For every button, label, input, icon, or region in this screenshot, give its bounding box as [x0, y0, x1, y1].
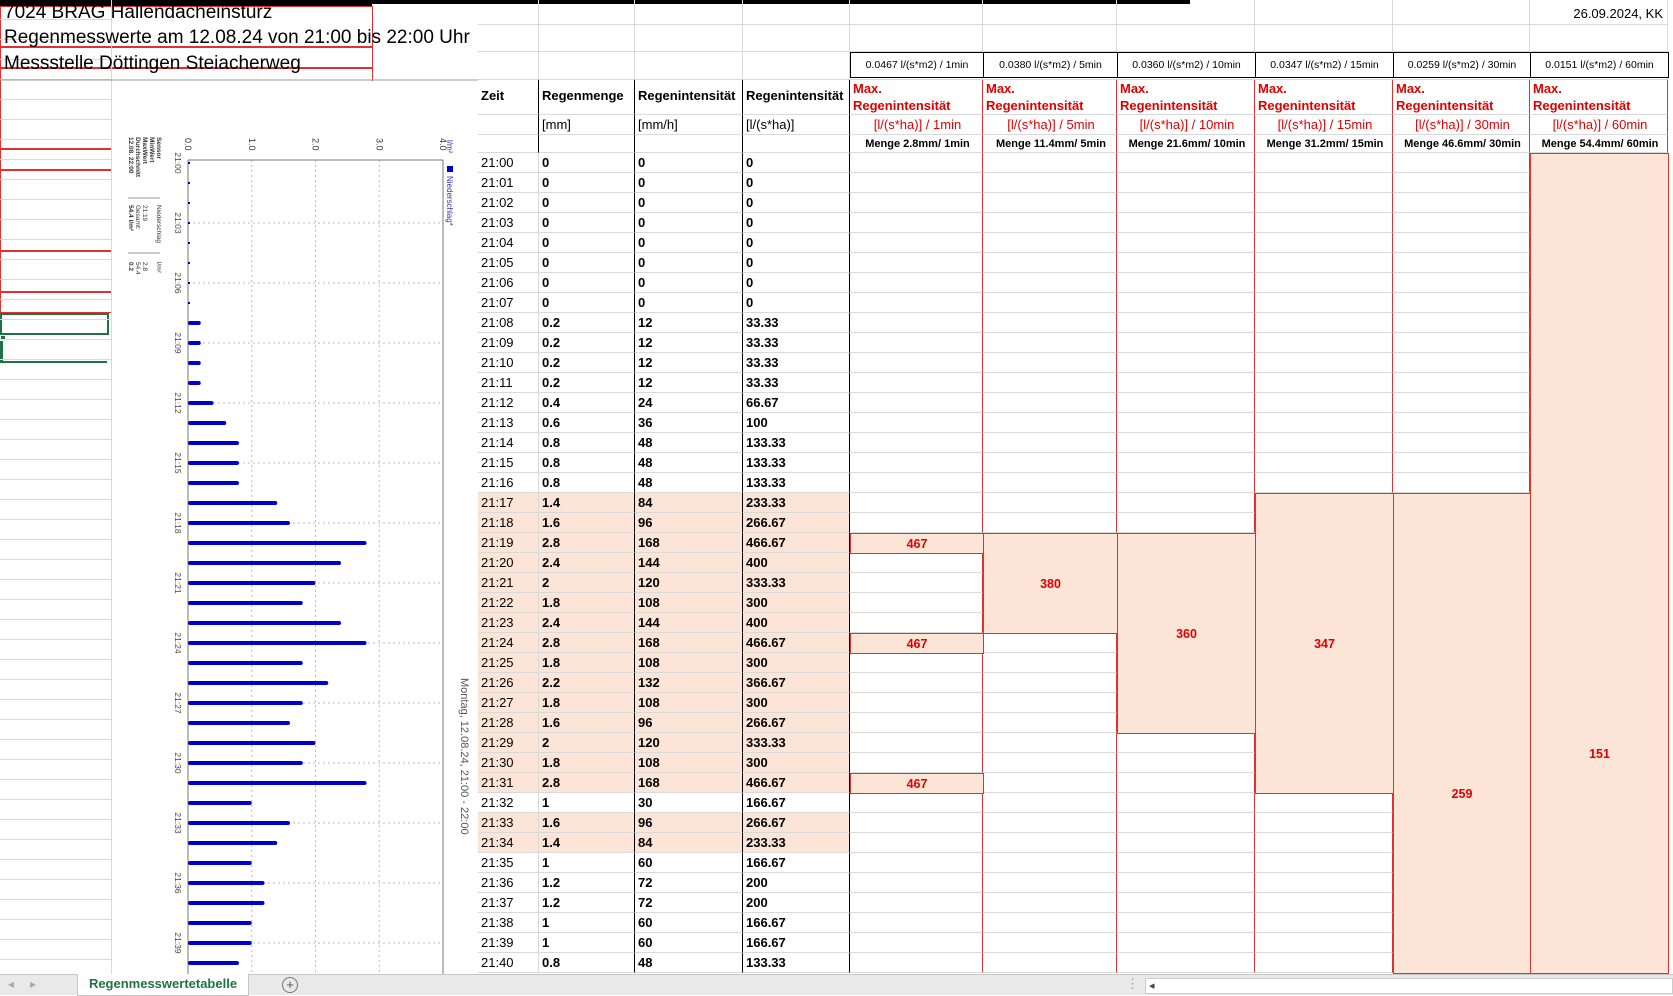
time-tick-label: 21:24 — [173, 632, 183, 654]
time-tick-label: 21:06 — [173, 272, 183, 294]
bar-21:37 — [188, 901, 265, 905]
unit-label: l/m² — [445, 140, 454, 154]
stats-text: 21:19 — [141, 205, 148, 222]
bar-21:18 — [188, 521, 290, 525]
bar-21:14 — [188, 441, 239, 445]
bar-21:35 — [188, 861, 252, 865]
horizontal-scrollbar[interactable]: ◂ — [1145, 978, 1673, 994]
zero-mark — [188, 182, 190, 184]
bar-21:17 — [188, 501, 278, 505]
stats-text: 12.08. 22:00 — [127, 137, 134, 174]
bar-21:23 — [188, 621, 341, 625]
time-tick-label: 21:21 — [173, 572, 183, 594]
tab-next-icon[interactable]: ▸ — [30, 977, 36, 991]
bar-21:15 — [188, 461, 239, 465]
chart-title: Montag, 12.08.24, 21:00 - 22:00 — [458, 678, 470, 835]
time-tick-label: 21:36 — [173, 872, 183, 894]
bar-21:33 — [188, 821, 290, 825]
bar-21:27 — [188, 701, 303, 705]
stats-text: Niederschlag — [155, 205, 162, 243]
zero-mark — [188, 242, 190, 244]
bar-21:40 — [188, 961, 239, 965]
bar-21:25 — [188, 661, 303, 665]
time-tick-label: 21:15 — [173, 452, 183, 474]
bar-21:28 — [188, 721, 290, 725]
bar-21:21 — [188, 581, 316, 585]
stats-text: Gesamt: — [134, 205, 141, 230]
stats-text: 2.8 — [141, 262, 148, 271]
sheet-tab-label: Regenmesswertetabelle — [88, 976, 238, 991]
time-tick-label: 21:12 — [173, 392, 183, 414]
zero-mark — [188, 262, 190, 264]
sheet-location: Messstelle Döttingen Steiacherweg — [4, 53, 301, 74]
stats-text: Durchschnitt — [134, 137, 141, 178]
zero-mark — [188, 162, 190, 164]
stats-text: 54.4 l/m² — [127, 205, 134, 232]
bar-21:22 — [188, 601, 303, 605]
zero-mark — [188, 302, 190, 304]
stats-text: Sensor — [155, 137, 162, 160]
more-options-icon[interactable]: ⋮ — [1126, 976, 1139, 992]
sheet-subtitle: Regenmesswerte am 12.08.24 von 21:00 bis… — [4, 27, 470, 48]
stats-text: 54.4 — [134, 262, 141, 275]
bar-21:38 — [188, 921, 252, 925]
bar-21:24 — [188, 641, 367, 645]
sheet-title: 7024 BRAG Hallendacheinsturz — [4, 2, 273, 23]
bar-21:29 — [188, 741, 316, 745]
time-tick-label: 21:09 — [173, 332, 183, 354]
bar-21:08 — [188, 321, 201, 325]
bar-21:20 — [188, 561, 341, 565]
bar-21:30 — [188, 761, 303, 765]
legend-swatch — [447, 166, 453, 172]
bar-21:11 — [188, 381, 201, 385]
x-tick-label: 3.0 — [374, 138, 384, 151]
bar-21:34 — [188, 841, 278, 845]
sheet-tab-bar: ◂ ▸ Regenmesswertetabelle + ⋮ ◂ — [0, 974, 1673, 996]
legend-label: Niederschlag* — [445, 176, 454, 226]
x-tick-label: 1.0 — [247, 138, 257, 151]
zero-mark — [188, 222, 190, 224]
sheet-tab-regenmesswertetabelle[interactable]: Regenmesswertetabelle — [77, 974, 249, 996]
bar-21:12 — [188, 401, 214, 405]
stats-text: MinWert — [148, 137, 155, 163]
time-tick-label: 21:18 — [173, 512, 183, 534]
time-tick-label: 21:27 — [173, 692, 183, 714]
bar-21:26 — [188, 681, 329, 685]
bar-21:16 — [188, 481, 239, 485]
bar-21:36 — [188, 881, 265, 885]
bar-21:13 — [188, 421, 227, 425]
date-initials: 26.09.2024, KK — [1573, 6, 1663, 21]
time-tick-label: 21:03 — [173, 212, 183, 234]
x-tick-label: 2.0 — [311, 138, 321, 151]
chart-background — [112, 81, 477, 974]
tab-prev-icon[interactable]: ◂ — [8, 977, 14, 991]
stats-text: l/m² — [155, 262, 162, 274]
add-sheet-icon[interactable]: + — [282, 977, 298, 993]
zero-mark — [188, 282, 190, 284]
bar-21:09 — [188, 341, 201, 345]
bar-21:19 — [188, 541, 367, 545]
stats-text: 0.2 — [127, 262, 134, 271]
time-tick-label: 21:30 — [173, 752, 183, 774]
bar-21:10 — [188, 361, 201, 365]
bar-21:39 — [188, 941, 252, 945]
time-tick-label: 21:33 — [173, 812, 183, 834]
zero-mark — [188, 202, 190, 204]
x-tick-label: 0.0 — [183, 138, 193, 151]
time-tick-label: 21:00 — [173, 152, 183, 174]
stats-text: MaxWert — [141, 137, 148, 165]
scroll-left-icon[interactable]: ◂ — [1149, 979, 1155, 992]
bar-21:32 — [188, 801, 252, 805]
time-tick-label: 21:39 — [173, 932, 183, 954]
rain-chart: 0.0 1.0 2.0 3.0 4.021:0021:0321:0621:0921:12… — [0, 79, 478, 974]
bar-21:31 — [188, 781, 367, 785]
